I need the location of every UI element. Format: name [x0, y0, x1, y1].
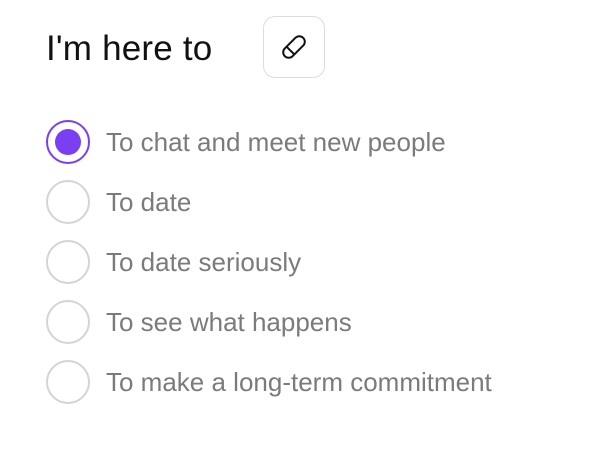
option-label: To make a long-term commitment	[106, 366, 492, 397]
edit-button[interactable]	[263, 16, 325, 78]
option-label: To chat and meet new people	[106, 126, 446, 157]
option-long-term-commitment[interactable]: To make a long-term commitment	[46, 360, 566, 404]
option-chat-meet-new-people[interactable]: To chat and meet new people	[46, 120, 566, 164]
purpose-radio-group: To chat and meet new people To date To d…	[46, 120, 566, 420]
option-label: To see what happens	[106, 306, 352, 337]
radio-button[interactable]	[46, 300, 90, 344]
option-label: To date seriously	[106, 246, 302, 277]
option-date-seriously[interactable]: To date seriously	[46, 240, 566, 284]
section-header: I'm here to	[46, 16, 212, 80]
radio-button[interactable]	[46, 360, 90, 404]
radio-button[interactable]	[46, 240, 90, 284]
option-date[interactable]: To date	[46, 180, 566, 224]
option-label: To date	[106, 186, 192, 217]
section-title: I'm here to	[46, 28, 213, 68]
pencil-edit-icon	[277, 30, 311, 64]
radio-button[interactable]	[46, 180, 90, 224]
option-see-what-happens[interactable]: To see what happens	[46, 300, 566, 344]
radio-button-selected[interactable]	[46, 120, 90, 164]
